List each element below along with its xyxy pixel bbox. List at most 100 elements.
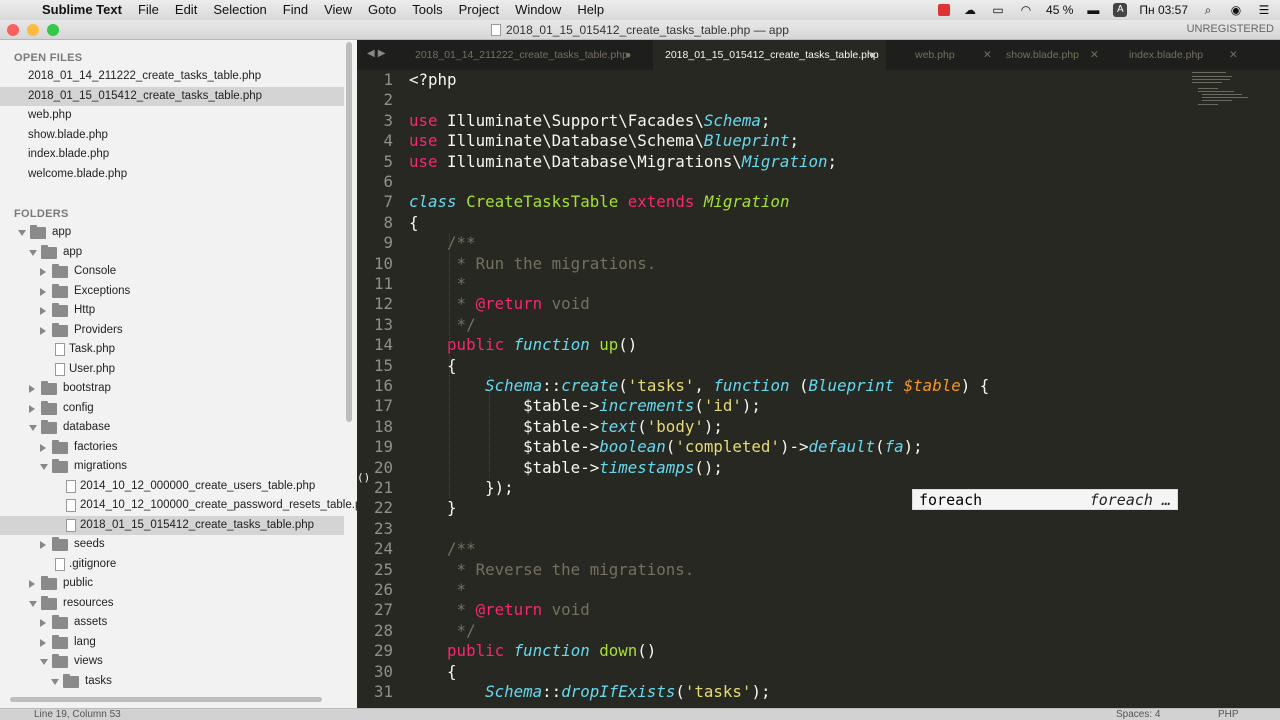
- code-line[interactable]: *: [409, 274, 467, 294]
- disclosure-closed-icon[interactable]: [40, 326, 46, 335]
- file-item[interactable]: Task.php: [0, 340, 344, 360]
- sidebar-vertical-scrollbar[interactable]: [346, 42, 352, 422]
- battery-icon[interactable]: ▬: [1085, 3, 1101, 17]
- screen-mirroring-icon[interactable]: ▭: [990, 3, 1006, 17]
- folder-item[interactable]: app: [0, 243, 344, 263]
- code-line[interactable]: */: [409, 621, 476, 641]
- close-tab-icon[interactable]: ●: [625, 40, 631, 70]
- disclosure-open-icon[interactable]: [51, 678, 59, 685]
- disclosure-closed-icon[interactable]: [40, 541, 46, 549]
- open-file-item[interactable]: web.php: [0, 106, 344, 126]
- menu-goto[interactable]: Goto: [360, 0, 404, 20]
- code-line[interactable]: public function down(): [409, 641, 656, 661]
- disclosure-open-icon[interactable]: [29, 249, 37, 256]
- disclosure-closed-icon[interactable]: [29, 404, 35, 413]
- code-line[interactable]: <?php: [409, 70, 457, 90]
- code-line[interactable]: * @return void: [409, 600, 590, 620]
- menu-tools[interactable]: Tools: [404, 0, 450, 20]
- close-tab-icon[interactable]: ✕: [1229, 40, 1238, 70]
- folder-item[interactable]: factories: [0, 438, 344, 458]
- clock[interactable]: Пн 03:57: [1139, 3, 1188, 17]
- disclosure-closed-icon[interactable]: [40, 619, 46, 627]
- file-item[interactable]: .gitignore: [0, 555, 344, 575]
- disclosure-closed-icon[interactable]: [40, 638, 46, 647]
- menu-selection[interactable]: Selection: [205, 0, 274, 20]
- folder-item[interactable]: config: [0, 399, 344, 419]
- sidebar-horizontal-scrollbar[interactable]: [10, 697, 322, 702]
- folder-item[interactable]: assets: [0, 613, 344, 633]
- open-file-item[interactable]: show.blade.php: [0, 126, 344, 146]
- folder-item[interactable]: tasks: [0, 672, 344, 692]
- battery-percentage[interactable]: 45 %: [1046, 3, 1073, 17]
- code-line[interactable]: */: [409, 315, 476, 335]
- open-file-item[interactable]: index.blade.php: [0, 145, 344, 165]
- code-line[interactable]: }: [409, 498, 457, 518]
- folder-item[interactable]: Console: [0, 262, 344, 282]
- file-item[interactable]: 2018_01_15_015412_create_tasks_table.php: [0, 515, 344, 535]
- menu-project[interactable]: Project: [451, 0, 507, 20]
- wifi-icon[interactable]: ◠: [1018, 3, 1034, 17]
- code-line[interactable]: use Illuminate\Database\Schema\Blueprint…: [409, 131, 799, 151]
- recording-icon[interactable]: [938, 4, 951, 16]
- tab-show-blade-php[interactable]: show.blade.php ✕: [994, 40, 1114, 70]
- disclosure-open-icon[interactable]: [40, 464, 48, 470]
- code-line[interactable]: use Illuminate\Database\Migrations\Migra…: [409, 152, 837, 172]
- code-line[interactable]: public function up(): [409, 335, 637, 355]
- code-line[interactable]: * Run the migrations.: [409, 254, 657, 274]
- disclosure-open-icon[interactable]: [29, 600, 37, 607]
- disclosure-open-icon[interactable]: [29, 425, 37, 431]
- siri-icon[interactable]: ◉: [1228, 3, 1244, 17]
- disclosure-closed-icon[interactable]: [40, 307, 46, 315]
- code-line[interactable]: class CreateTasksTable extends Migration: [409, 192, 789, 212]
- menu-file[interactable]: File: [130, 0, 167, 20]
- disclosure-closed-icon[interactable]: [40, 443, 46, 452]
- disclosure-closed-icon[interactable]: [29, 385, 35, 393]
- folder-item[interactable]: migrations: [0, 457, 344, 477]
- minimap[interactable]: [1192, 70, 1262, 130]
- code-line[interactable]: * @return void: [409, 294, 590, 314]
- close-tab-icon[interactable]: ✕: [983, 40, 992, 70]
- menu-find[interactable]: Find: [275, 0, 316, 20]
- code-line[interactable]: Schema::dropIfExists('tasks');: [409, 682, 770, 702]
- folder-item[interactable]: Exceptions: [0, 282, 344, 302]
- folder-item[interactable]: seeds: [0, 535, 344, 555]
- menu-view[interactable]: View: [316, 0, 360, 20]
- code-line[interactable]: });: [409, 478, 514, 498]
- indentation-setting[interactable]: Spaces: 4: [1116, 709, 1160, 720]
- disclosure-closed-icon[interactable]: [40, 268, 46, 276]
- open-file-item[interactable]: 2018_01_14_211222_create_tasks_table.php: [0, 67, 344, 87]
- code-line[interactable]: use Illuminate\Support\Facades\Schema;: [409, 111, 770, 131]
- code-line[interactable]: Schema::create('tasks', function (Bluepr…: [409, 376, 989, 396]
- code-line[interactable]: $table->text('body');: [409, 417, 723, 437]
- folder-item[interactable]: Providers: [0, 321, 344, 341]
- file-item[interactable]: User.php: [0, 360, 344, 380]
- code-line[interactable]: * Reverse the migrations.: [409, 560, 695, 580]
- autocomplete-trigger[interactable]: foreach: [919, 491, 982, 509]
- autocomplete-popup[interactable]: foreach foreach …: [912, 489, 1178, 510]
- cloud-upload-icon[interactable]: ☁: [962, 3, 978, 17]
- code-line[interactable]: {: [409, 213, 419, 233]
- syntax-selector[interactable]: PHP: [1218, 709, 1239, 720]
- code-line[interactable]: /**: [409, 233, 476, 253]
- spotlight-search-icon[interactable]: ⌕: [1200, 3, 1216, 18]
- file-item[interactable]: 2014_10_12_100000_create_password_resets…: [0, 496, 357, 516]
- keyboard-layout-icon[interactable]: A: [1113, 3, 1128, 17]
- disclosure-closed-icon[interactable]: [29, 580, 35, 588]
- file-item[interactable]: 2014_10_12_000000_create_users_table.php: [0, 477, 344, 497]
- unsaved-dot-icon[interactable]: ●: [869, 40, 875, 70]
- open-file-item[interactable]: 2018_01_15_015412_create_tasks_table.php: [0, 86, 344, 106]
- folder-item[interactable]: views: [0, 652, 344, 672]
- code-area[interactable]: 1 2 3 4 5 6 7 8 9 10 11 12 13 14 15 16 17 18 19 20 21 22 23 24 2…: [357, 70, 1280, 708]
- menu-window[interactable]: Window: [507, 0, 569, 20]
- notification-center-icon[interactable]: ☰: [1256, 3, 1272, 17]
- tab-2018-01-14-create-tasks[interactable]: 2018_01_14_211222_create_tasks_table.php…: [403, 40, 652, 70]
- tab-index-blade-php[interactable]: index.blade.php ✕: [1117, 40, 1267, 70]
- open-file-item[interactable]: welcome.blade.php: [0, 165, 344, 185]
- folder-item[interactable]: Http: [0, 301, 344, 321]
- folder-item[interactable]: app: [0, 223, 344, 243]
- tab-navigation-arrows-icon[interactable]: ◀▶: [367, 48, 388, 59]
- menu-help[interactable]: Help: [569, 0, 612, 20]
- close-tab-icon[interactable]: ✕: [1090, 40, 1099, 70]
- code-line[interactable]: *: [409, 580, 467, 600]
- menu-app-name[interactable]: Sublime Text: [38, 0, 130, 20]
